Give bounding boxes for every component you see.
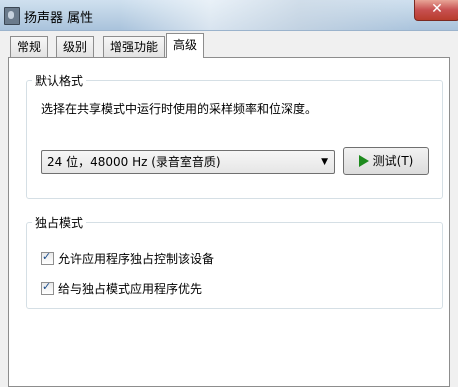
chevron-down-icon: ▼ [321, 157, 328, 167]
exclusive-priority-option[interactable]: ✓ 给与独占模式应用程序优先 [41, 280, 202, 297]
window-title: 扬声器 属性 [24, 11, 94, 26]
tab-advanced[interactable]: 高级 [166, 33, 205, 58]
format-select[interactable]: 24 位，48000 Hz (录音室音质) ▼ [41, 150, 335, 174]
default-format-frame [26, 80, 443, 199]
test-button-label: 测试(T) [372, 154, 414, 168]
title-bar: 扬声器 属性 ✕ [0, 0, 458, 31]
default-format-description: 选择在共享模式中运行时使用的采样频率和位深度。 [41, 102, 318, 116]
allow-exclusive-control-checkbox[interactable]: ✓ [41, 250, 54, 265]
allow-exclusive-control-label: 允许应用程序独占控制该设备 [58, 252, 215, 266]
close-button[interactable]: ✕ [414, 0, 458, 21]
speaker-icon [4, 7, 20, 25]
tab-levels[interactable]: 级别 [56, 36, 95, 57]
exclusive-mode-label: 独占模式 [32, 214, 87, 231]
check-icon: ✓ [42, 250, 52, 263]
default-format-label: 默认格式 [32, 72, 87, 89]
check-icon: ✓ [42, 280, 52, 293]
exclusive-priority-checkbox[interactable]: ✓ [41, 280, 54, 295]
tab-enhancements[interactable]: 增强功能 [103, 36, 166, 57]
exclusive-priority-label: 给与独占模式应用程序优先 [58, 282, 203, 296]
allow-exclusive-control-option[interactable]: ✓ 允许应用程序独占控制该设备 [41, 250, 214, 267]
title-bar-background [120, 0, 420, 30]
play-icon [358, 154, 369, 167]
test-button[interactable]: 测试(T) [343, 147, 429, 175]
tab-general[interactable]: 常规 [10, 36, 49, 57]
format-select-value: 24 位，48000 Hz (录音室音质) [47, 155, 221, 169]
